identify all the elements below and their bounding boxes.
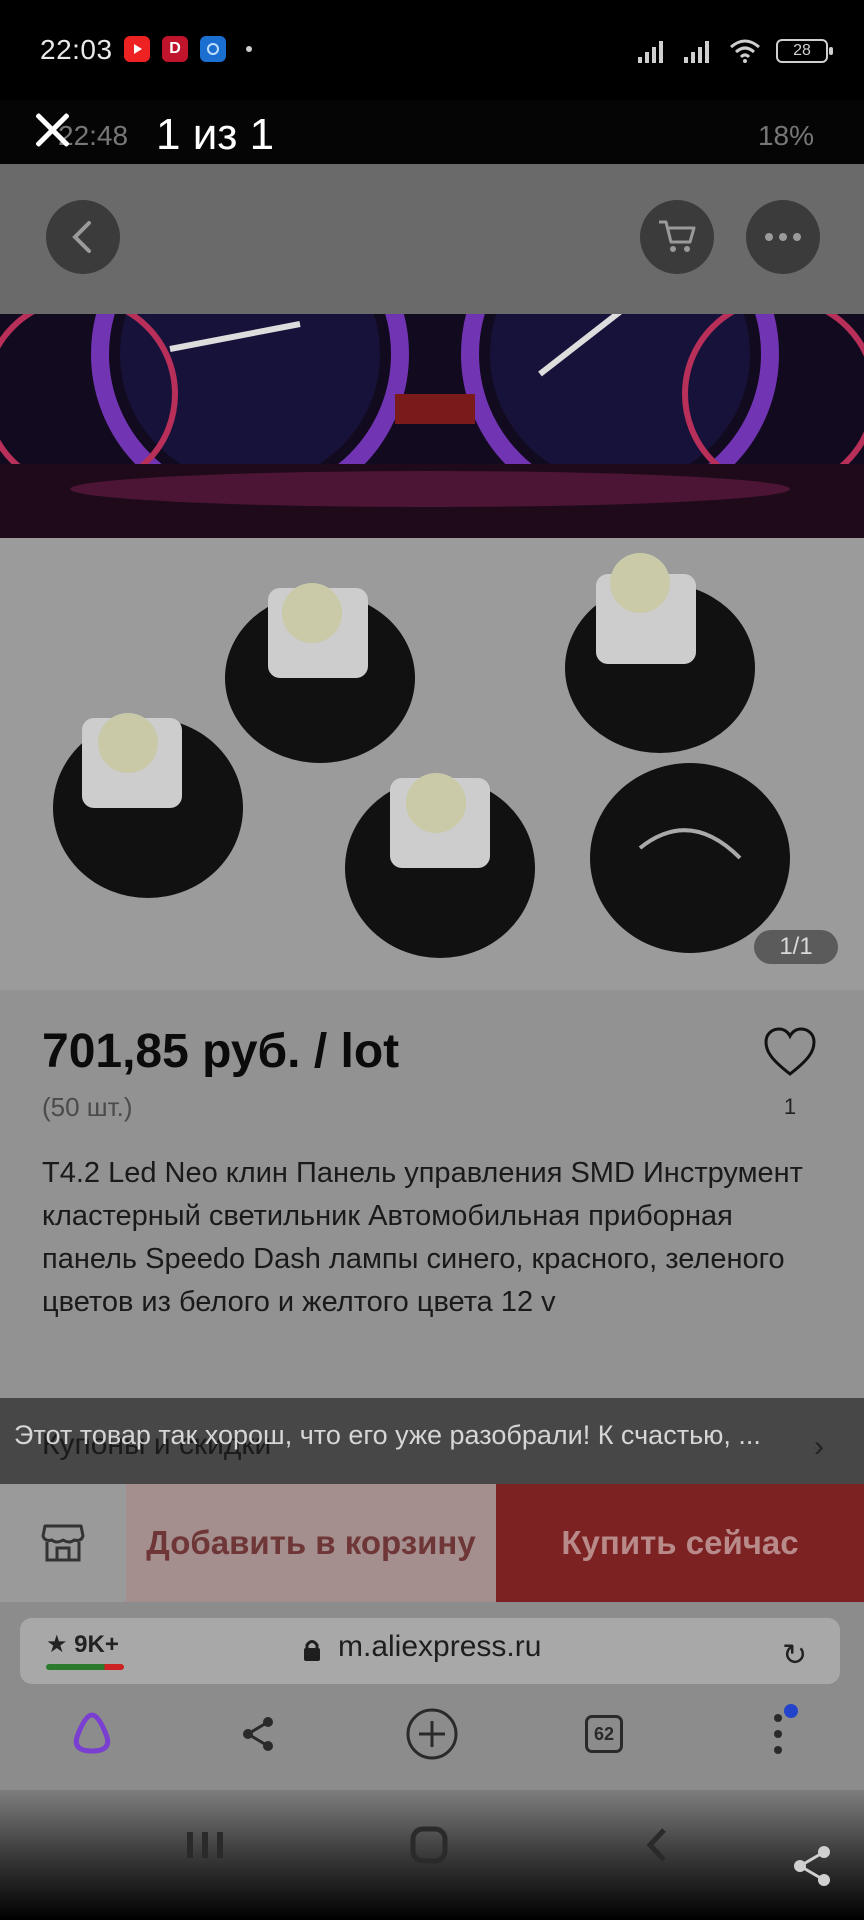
menu-icon[interactable] bbox=[748, 1704, 808, 1764]
status-indicators: 28 bbox=[636, 38, 833, 64]
site-rating: ★ 9K+ bbox=[46, 1631, 119, 1658]
youtube-icon bbox=[124, 36, 150, 62]
more-options-button[interactable] bbox=[746, 200, 820, 274]
add-to-cart-button[interactable]: Добавить в корзину bbox=[126, 1484, 496, 1602]
menu-notification-dot bbox=[784, 1704, 798, 1718]
rating-bar bbox=[46, 1664, 124, 1670]
store-icon bbox=[41, 1524, 85, 1562]
sold-out-toast: Этот товар так хорош, что его уже разобр… bbox=[14, 1420, 761, 1450]
back-button[interactable] bbox=[46, 200, 120, 274]
store-button[interactable] bbox=[0, 1484, 126, 1602]
d-app-icon: D bbox=[162, 36, 188, 62]
photo-counter: 1/1 bbox=[754, 930, 838, 964]
product-quantity: (50 шт.) bbox=[42, 1092, 133, 1122]
signal-icon bbox=[638, 41, 663, 63]
product-price: 701,85 руб. / lot bbox=[42, 1025, 400, 1078]
new-tab-icon[interactable] bbox=[402, 1704, 462, 1764]
notification-dot bbox=[246, 46, 252, 52]
chevron-left-icon bbox=[72, 221, 91, 253]
chevron-right-icon: › bbox=[814, 1430, 824, 1463]
buy-now-button[interactable]: Купить сейчас bbox=[496, 1484, 864, 1602]
browser-logo-icon[interactable] bbox=[62, 1704, 122, 1764]
battery-indicator: 28 bbox=[776, 39, 833, 63]
screenshot-viewer: 22:03 D 28 22:48 18% 1 из 1 1/1 701,85 р… bbox=[0, 0, 864, 1920]
heart-icon[interactable] bbox=[762, 1026, 818, 1080]
led-bulb-5 bbox=[590, 763, 790, 953]
reload-icon[interactable]: ↻ bbox=[782, 1638, 807, 1673]
signal-icon-2 bbox=[684, 41, 709, 63]
product-title: T4.2 Led Neo клин Панель управления SMD … bbox=[42, 1157, 803, 1318]
tabs-button[interactable]: 62 bbox=[574, 1704, 634, 1764]
status-time: 22:03 bbox=[40, 34, 113, 65]
wifi-icon bbox=[730, 39, 760, 63]
dashboard-photo bbox=[0, 314, 864, 538]
image-counter: 1 из 1 bbox=[156, 110, 275, 159]
url-text: m.aliexpress.ru bbox=[338, 1630, 542, 1663]
status-bar: 22:03 D 28 bbox=[0, 0, 864, 100]
status-app-icons: D bbox=[124, 36, 252, 62]
app-icon bbox=[200, 36, 226, 62]
lock-icon bbox=[304, 1640, 320, 1661]
inner-battery-percent: 18% bbox=[757, 120, 814, 151]
more-icon bbox=[765, 233, 801, 241]
wishlist-count: 1 bbox=[783, 1094, 797, 1119]
tabs-count: 62 bbox=[585, 1715, 623, 1753]
product-photo bbox=[0, 538, 864, 990]
inner-status-bar: 22:48 18% bbox=[0, 100, 864, 164]
recent-apps-icon[interactable] bbox=[180, 1824, 230, 1866]
close-icon[interactable] bbox=[30, 108, 74, 152]
home-icon[interactable] bbox=[404, 1824, 454, 1866]
product-header bbox=[0, 164, 864, 314]
share-icon[interactable] bbox=[228, 1704, 288, 1764]
cart-button[interactable] bbox=[640, 200, 714, 274]
cart-icon bbox=[659, 220, 696, 252]
back-nav-icon[interactable] bbox=[632, 1824, 682, 1866]
share-screenshot-icon[interactable] bbox=[790, 1844, 834, 1888]
